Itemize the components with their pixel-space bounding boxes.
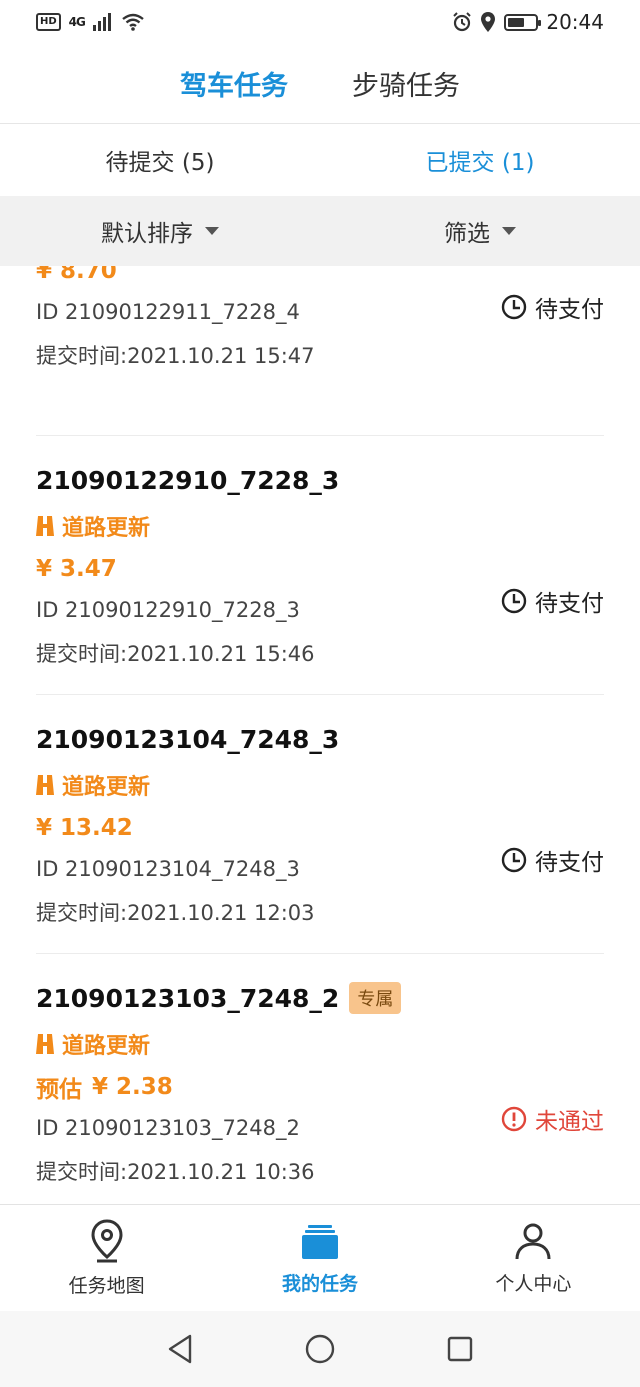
task-price-prefix: 预估: [36, 1077, 82, 1103]
task-status: 待支付: [501, 843, 604, 877]
filter-label: 筛选: [444, 221, 490, 247]
task-title: 21090123103_7248_2 专属: [36, 978, 604, 1018]
task-price: ¥ 13.42: [36, 809, 604, 847]
clock-icon: [501, 294, 527, 320]
task-title-text: 21090123104_7248_3: [36, 724, 340, 754]
nav-personal-center[interactable]: 个人中心: [427, 1205, 640, 1311]
wifi-icon: [122, 13, 144, 31]
home-circle-icon: [305, 1334, 335, 1364]
road-icon: [36, 775, 54, 795]
task-status-label: 待支付: [535, 297, 604, 323]
clock-time: 20:44: [546, 10, 604, 34]
task-card[interactable]: 21090123103_7248_2 专属 道路更新 预估 ¥ 2.38 ID …: [36, 954, 604, 1204]
stack-icon: [301, 1224, 338, 1259]
task-title: 21090123104_7248_3: [36, 719, 604, 759]
sort-dropdown[interactable]: 默认排序: [0, 196, 320, 266]
task-submit-time: 提交时间:2021.10.21 12:03: [36, 900, 315, 925]
task-type: 道路更新: [36, 508, 604, 544]
recents-square-icon: [447, 1336, 473, 1362]
task-status-label: 待支付: [535, 591, 604, 617]
system-nav-bar: [0, 1311, 640, 1387]
task-price-value: ¥ 2.38: [92, 1074, 173, 1100]
task-list[interactable]: 道路更新 ¥ 8.70 ID 21090122911_7228_4 提交时间:2…: [0, 266, 640, 1204]
task-submit-time: 提交时间:2021.10.21 15:47: [36, 343, 315, 368]
road-icon: [36, 1034, 54, 1054]
signal-icon: [92, 13, 111, 31]
task-price-value: ¥ 3.47: [36, 556, 117, 582]
submission-tabs: 待提交 (5) 已提交 (1): [0, 124, 640, 196]
status-left: HD 4G: [36, 13, 145, 31]
tab-walking-cycling-tasks[interactable]: 步骑任务: [352, 64, 460, 103]
exclusive-tag: 专属: [349, 982, 402, 1014]
caret-down-icon: [502, 227, 516, 235]
clock-icon: [501, 847, 527, 873]
task-price: ¥ 3.47: [36, 550, 604, 588]
status-bar: HD 4G 20:44: [0, 0, 640, 44]
task-status: 未通过: [501, 1102, 604, 1136]
task-price-value: ¥ 8.70: [36, 266, 117, 284]
task-type-label: 道路更新: [62, 516, 151, 541]
sort-label: 默认排序: [101, 221, 193, 247]
task-title-text: 21090122910_7228_3: [36, 465, 340, 495]
bottom-nav: 任务地图 我的任务 个人中心: [0, 1204, 640, 1311]
back-triangle-icon: [168, 1334, 192, 1364]
caret-down-icon: [205, 227, 219, 235]
alert-circle-icon: [501, 1106, 527, 1132]
network-label: 4G: [68, 15, 86, 29]
task-price: 预估 ¥ 2.38: [36, 1068, 604, 1106]
task-price-value: ¥ 13.42: [36, 815, 133, 841]
location-icon: [481, 12, 496, 32]
status-right: 20:44: [452, 10, 604, 34]
task-card[interactable]: 21090123104_7248_3 道路更新 ¥ 13.42 ID 21090…: [36, 695, 604, 954]
tab-driving-tasks[interactable]: 驾车任务: [180, 64, 288, 103]
nav-task-map-label: 任务地图: [68, 1274, 145, 1297]
back-button[interactable]: [160, 1329, 200, 1369]
alarm-icon: [453, 12, 472, 32]
task-status: 待支付: [501, 584, 604, 618]
clock-icon: [501, 588, 527, 614]
road-icon: [36, 516, 54, 536]
task-card[interactable]: 道路更新 ¥ 8.70 ID 21090122911_7228_4 提交时间:2…: [36, 266, 604, 436]
nav-my-tasks-label: 我的任务: [281, 1272, 358, 1295]
person-icon: [515, 1223, 551, 1259]
nav-personal-center-label: 个人中心: [495, 1272, 572, 1295]
task-type-tabs: 驾车任务 步骑任务: [0, 44, 640, 124]
task-title-text: 21090123103_7248_2: [36, 983, 340, 1013]
task-type-label: 道路更新: [62, 775, 151, 800]
task-card[interactable]: 21090122910_7228_3 道路更新 ¥ 3.47 ID 210901…: [36, 436, 604, 695]
tab-submitted[interactable]: 已提交 (1): [320, 124, 640, 196]
nav-task-map[interactable]: 任务地图: [0, 1205, 213, 1311]
filter-dropdown[interactable]: 筛选: [320, 196, 640, 266]
recents-button[interactable]: [440, 1329, 480, 1369]
battery-icon: [504, 13, 542, 31]
map-pin-icon: [91, 1218, 123, 1262]
nav-my-tasks[interactable]: 我的任务: [213, 1205, 426, 1311]
task-type-label: 道路更新: [62, 1034, 151, 1059]
task-submit-time: 提交时间:2021.10.21 10:36: [36, 1159, 315, 1184]
task-price: ¥ 8.70: [36, 266, 604, 290]
task-submit-time: 提交时间:2021.10.21 15:46: [36, 641, 315, 666]
task-type: 道路更新: [36, 767, 604, 803]
home-button[interactable]: [300, 1329, 340, 1369]
task-type: 道路更新: [36, 1026, 604, 1062]
task-title: 21090122910_7228_3: [36, 460, 604, 500]
task-status: 待支付: [501, 290, 604, 324]
tab-pending-submit[interactable]: 待提交 (5): [0, 124, 320, 196]
task-status-label: 待支付: [535, 850, 604, 876]
hd-badge: HD: [36, 13, 61, 31]
task-status-label: 未通过: [535, 1109, 604, 1135]
sort-filter-bar: 默认排序 筛选: [0, 196, 640, 266]
